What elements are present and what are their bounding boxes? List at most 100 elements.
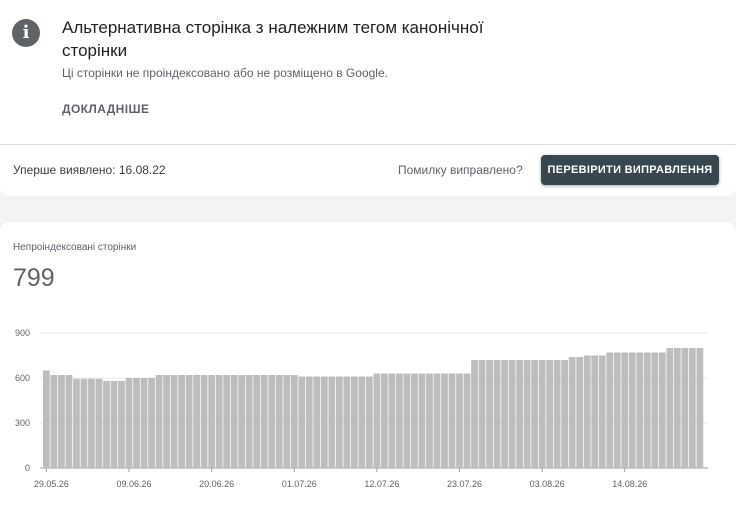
issue-description: Ці сторінки не проіндексовано або не роз… <box>62 66 388 80</box>
bar <box>681 348 689 468</box>
bar <box>118 381 125 468</box>
bar <box>463 373 471 468</box>
bar <box>80 378 88 468</box>
y-tick-label: 600 <box>15 373 30 383</box>
issue-title: Альтернативна сторінка з належним тегом … <box>62 18 484 60</box>
bar <box>245 375 253 468</box>
bar <box>238 375 246 468</box>
y-tick-label: 300 <box>15 418 30 428</box>
validate-fix-button[interactable]: ПЕРЕВІРИТИ ВИПРАВЛЕННЯ <box>541 155 719 185</box>
bar <box>125 378 133 468</box>
y-tick-label: 900 <box>15 328 30 338</box>
bar <box>411 373 418 468</box>
bar <box>110 381 118 468</box>
bar <box>658 352 666 468</box>
first-detected-date: Уперше виявлено: 16.08.22 <box>13 163 166 177</box>
bar <box>208 375 216 468</box>
bar <box>373 373 381 468</box>
bar <box>320 376 328 468</box>
bar <box>471 360 478 468</box>
bar <box>65 375 73 468</box>
bar <box>268 375 276 468</box>
bar <box>561 360 569 468</box>
bar <box>223 375 231 468</box>
x-tick-label: 14.08.26 <box>612 479 647 489</box>
bar <box>628 352 636 468</box>
bar <box>448 373 456 468</box>
bar <box>58 375 65 468</box>
x-tick-label: 03.08.26 <box>530 479 565 489</box>
bar <box>185 375 193 468</box>
bar <box>523 360 531 468</box>
bar <box>95 378 103 468</box>
divider <box>0 144 736 145</box>
bar <box>613 352 621 468</box>
bar <box>553 360 561 468</box>
bar <box>501 360 508 468</box>
bar <box>568 357 576 468</box>
bar <box>433 373 441 468</box>
issue-card: i Альтернативна сторінка з належним тего… <box>0 0 736 196</box>
bar <box>381 373 388 468</box>
bar <box>140 378 148 468</box>
bar <box>163 375 170 468</box>
bar <box>546 360 554 468</box>
bar <box>643 352 651 468</box>
bar <box>350 376 358 468</box>
bar <box>335 376 343 468</box>
bar <box>298 376 306 468</box>
bar <box>426 373 433 468</box>
bar <box>441 373 448 468</box>
y-tick-label: 0 <box>25 463 30 473</box>
bar <box>148 378 155 468</box>
x-tick-label: 09.06.26 <box>116 479 151 489</box>
bar <box>493 360 501 468</box>
bar <box>688 348 696 468</box>
bar <box>88 378 95 468</box>
bar <box>516 360 523 468</box>
bar <box>576 357 584 468</box>
bar <box>508 360 516 468</box>
bar <box>388 373 396 468</box>
bar <box>73 378 80 468</box>
learn-more-link[interactable]: ДОКЛАДНІШЕ <box>62 102 149 116</box>
bar <box>193 375 200 468</box>
bar <box>636 352 644 468</box>
bar <box>591 355 599 468</box>
bar <box>583 355 591 468</box>
bar <box>178 375 185 468</box>
bar <box>283 375 291 468</box>
bar <box>651 352 659 468</box>
x-tick-label: 29.05.26 <box>34 479 69 489</box>
bar <box>696 348 704 468</box>
bar <box>396 373 403 468</box>
bar <box>275 375 283 468</box>
bar <box>43 370 50 468</box>
bar <box>253 375 261 468</box>
pages-chart: 0 300 600 900 29.05.26 09.06.26 20.06.26 01.07.… <box>15 328 708 489</box>
bar <box>598 355 606 468</box>
bar <box>343 376 351 468</box>
x-tick-label: 01.07.26 <box>282 479 317 489</box>
fixed-question: Помилку виправлено? <box>398 163 523 177</box>
bar <box>666 348 674 468</box>
bar <box>200 375 208 468</box>
bar <box>215 375 223 468</box>
bar <box>486 360 493 468</box>
bar <box>260 375 268 468</box>
bar <box>418 373 426 468</box>
bar <box>103 381 110 468</box>
bar <box>313 376 321 468</box>
info-icon: i <box>12 19 40 47</box>
bar <box>606 352 614 468</box>
bar <box>621 352 629 468</box>
bar <box>365 376 373 468</box>
x-tick-label: 12.07.26 <box>364 479 399 489</box>
bar <box>328 376 336 468</box>
bar <box>170 375 178 468</box>
bar <box>478 360 486 468</box>
bar <box>305 376 313 468</box>
chart-card: Непроіндексовані сторінки 799 0 300 600 900… <box>0 222 736 512</box>
bar <box>133 378 140 468</box>
bar <box>673 348 681 468</box>
